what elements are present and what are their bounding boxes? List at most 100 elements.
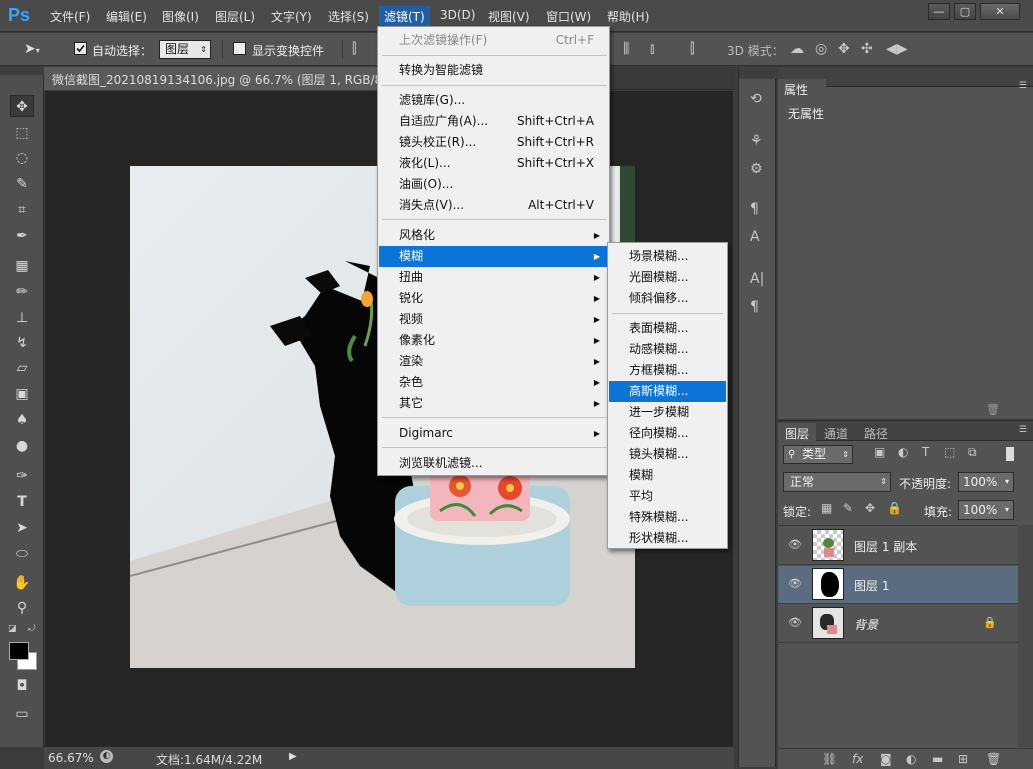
tab-paths[interactable]: 路径 bbox=[864, 425, 888, 442]
filter-adjustment-icon[interactable]: ◐ bbox=[898, 445, 908, 459]
tool-presets-icon[interactable]: ⚙ bbox=[750, 161, 763, 177]
status-menu-arrow-icon[interactable]: ▶ bbox=[289, 751, 297, 762]
history-panel-icon[interactable]: ⟲ bbox=[750, 91, 762, 107]
panel-menu-icon[interactable]: ☰ bbox=[1019, 81, 1027, 91]
3d-drag-icon[interactable]: ✥ bbox=[838, 41, 850, 57]
healing-brush-tool-icon[interactable]: ▦ bbox=[10, 255, 34, 277]
ellipse-tool-icon[interactable]: ⬭ bbox=[10, 543, 34, 565]
filter-type-icon[interactable]: T bbox=[922, 445, 929, 459]
submenu-item-motion-blur[interactable]: 动感模糊... bbox=[609, 339, 726, 360]
menu-select[interactable]: 选择(S) bbox=[328, 8, 369, 25]
submenu-item-box-blur[interactable]: 方框模糊... bbox=[609, 360, 726, 381]
tab-channels[interactable]: 通道 bbox=[824, 425, 848, 442]
menu-image[interactable]: 图像(I) bbox=[162, 8, 199, 25]
layer-row[interactable]: 👁 图层 1 副本 bbox=[778, 527, 1018, 565]
menu-item-lens-correction[interactable]: 镜头校正(R)... Shift+Ctrl+R bbox=[379, 132, 608, 153]
hand-tool-icon[interactable]: ✋ bbox=[10, 572, 34, 594]
distribute-icon[interactable]: ⫼ bbox=[623, 41, 629, 57]
blur-tool-icon[interactable]: ♠ bbox=[10, 409, 34, 431]
zoom-level[interactable]: 66.67% bbox=[48, 751, 94, 765]
tab-properties[interactable]: 属性 bbox=[778, 79, 826, 99]
layer-filter-select[interactable]: ⚲ 类型 ⇕ bbox=[783, 445, 853, 464]
3d-slide-icon[interactable]: ✣ bbox=[861, 41, 873, 57]
screen-mode-icon[interactable]: ▭ bbox=[10, 703, 34, 725]
lock-position-icon[interactable]: ✥ bbox=[865, 501, 875, 515]
close-button[interactable]: ✕ bbox=[980, 3, 1020, 20]
layer-name[interactable]: 背景 bbox=[854, 616, 878, 633]
opacity-input[interactable]: 100% ▾ bbox=[958, 472, 1014, 492]
clone-stamp-tool-icon[interactable]: ⊥ bbox=[10, 307, 34, 329]
zoom-tool-icon[interactable]: ⚲ bbox=[10, 597, 34, 619]
filter-smart-icon[interactable]: ⧉ bbox=[968, 445, 977, 460]
history-brush-tool-icon[interactable]: ↯ bbox=[10, 332, 34, 354]
paragraph-styles-icon[interactable]: ¶ bbox=[750, 201, 759, 217]
align-top-icon[interactable]: ⫿ bbox=[352, 41, 356, 57]
move-tool-icon[interactable]: ✥ bbox=[10, 95, 34, 117]
menu-item-digimarc[interactable]: Digimarc ▶ bbox=[379, 423, 608, 444]
lasso-tool-icon[interactable]: ◌ bbox=[10, 147, 34, 169]
path-select-tool-icon[interactable]: ➤ bbox=[10, 517, 34, 539]
show-transform-checkbox[interactable] bbox=[233, 42, 246, 55]
foreground-color-swatch[interactable] bbox=[9, 642, 29, 660]
menu-item-blur[interactable]: 模糊 ▶ bbox=[379, 246, 608, 267]
menu-item-other[interactable]: 其它 ▶ bbox=[379, 393, 608, 414]
pen-tool-icon[interactable]: ✑ bbox=[10, 465, 34, 487]
auto-select-target-select[interactable]: 图层 ⇕ bbox=[159, 40, 211, 59]
submenu-item-field-blur[interactable]: 场景模糊... bbox=[609, 246, 726, 267]
lock-all-icon[interactable]: 🔒 bbox=[887, 501, 902, 515]
delete-layer-icon[interactable]: 🗑 bbox=[986, 752, 1001, 766]
menu-layer[interactable]: 图层(L) bbox=[215, 8, 255, 25]
character-panel-icon[interactable]: A| bbox=[750, 271, 764, 287]
submenu-item-smart-blur[interactable]: 特殊模糊... bbox=[609, 507, 726, 528]
3d-rotate-icon[interactable]: ☁ bbox=[790, 41, 804, 57]
filter-toggle-switch[interactable] bbox=[1006, 447, 1014, 461]
menu-item-last-filter[interactable]: 上次滤镜操作(F) Ctrl+F bbox=[379, 30, 608, 51]
type-tool-icon[interactable]: T bbox=[10, 491, 34, 513]
layer-name[interactable]: 图层 1 bbox=[854, 577, 889, 594]
quick-select-tool-icon[interactable]: ✎ bbox=[10, 173, 34, 195]
submenu-item-average[interactable]: 平均 bbox=[609, 486, 726, 507]
menu-window[interactable]: 窗口(W) bbox=[546, 8, 591, 25]
minimize-button[interactable]: — bbox=[928, 3, 950, 20]
layer-row[interactable]: 👁 背景 🔒 bbox=[778, 605, 1018, 643]
submenu-item-blur[interactable]: 模糊 bbox=[609, 465, 726, 486]
submenu-item-shape-blur[interactable]: 形状模糊... bbox=[609, 528, 726, 549]
brush-presets-icon[interactable]: ⚘ bbox=[750, 133, 763, 149]
filter-shape-icon[interactable]: ⬚ bbox=[944, 445, 955, 459]
layers-panel-menu-icon[interactable]: ☰ bbox=[1019, 425, 1027, 435]
visibility-eye-icon[interactable]: 👁 bbox=[788, 577, 802, 591]
restore-button[interactable]: ▢ bbox=[954, 3, 976, 20]
submenu-item-radial-blur[interactable]: 径向模糊... bbox=[609, 423, 726, 444]
fill-input[interactable]: 100% ▾ bbox=[958, 500, 1014, 520]
layers-scrollbar[interactable] bbox=[1018, 525, 1033, 747]
new-group-icon[interactable]: ▬ bbox=[932, 752, 943, 766]
status-info-icon[interactable]: ◐ bbox=[100, 750, 113, 763]
submenu-item-blur-more[interactable]: 进一步模糊 bbox=[609, 402, 726, 423]
menu-item-render[interactable]: 渲染 ▶ bbox=[379, 351, 608, 372]
visibility-eye-icon[interactable]: 👁 bbox=[788, 616, 802, 630]
auto-select-checkbox[interactable] bbox=[74, 42, 87, 55]
submenu-item-lens-blur[interactable]: 镜头模糊... bbox=[609, 444, 726, 465]
submenu-item-iris-blur[interactable]: 光圈模糊... bbox=[609, 267, 726, 288]
layer-style-icon[interactable]: fx bbox=[852, 752, 863, 766]
lock-transparency-icon[interactable]: ▦ bbox=[821, 501, 832, 515]
3d-roll-icon[interactable]: ◎ bbox=[815, 41, 827, 57]
quick-mask-icon[interactable]: ◘ bbox=[10, 675, 34, 697]
link-layers-icon[interactable]: ⛓ bbox=[822, 752, 837, 766]
swap-colors-icon[interactable]: ⤾ bbox=[28, 624, 36, 634]
default-colors-icon[interactable]: ◪ bbox=[8, 624, 17, 634]
layer-row-selected[interactable]: 👁 图层 1 bbox=[778, 566, 1018, 604]
menu-item-oil-paint[interactable]: 油画(O)... bbox=[379, 174, 608, 195]
eraser-tool-icon[interactable]: ▱ bbox=[10, 357, 34, 379]
menu-item-browse-filters-online[interactable]: 浏览联机滤镜... bbox=[379, 453, 608, 474]
auto-align-icon[interactable]: ⫿ bbox=[690, 41, 694, 57]
crop-tool-icon[interactable]: ⌗ bbox=[10, 199, 34, 221]
move-tool-preset-icon[interactable]: ➤▾ bbox=[24, 41, 40, 57]
character-styles-icon[interactable]: A bbox=[750, 229, 760, 245]
menu-type[interactable]: 文字(Y) bbox=[271, 8, 312, 25]
trash-icon[interactable]: 🗑 bbox=[986, 403, 1000, 416]
marquee-tool-icon[interactable]: ⬚ bbox=[10, 122, 34, 144]
menu-item-convert-smart-filter[interactable]: 转换为智能滤镜 bbox=[379, 60, 608, 81]
menu-edit[interactable]: 编辑(E) bbox=[106, 8, 147, 25]
blend-mode-select[interactable]: 正常 ⇕ bbox=[783, 472, 891, 492]
